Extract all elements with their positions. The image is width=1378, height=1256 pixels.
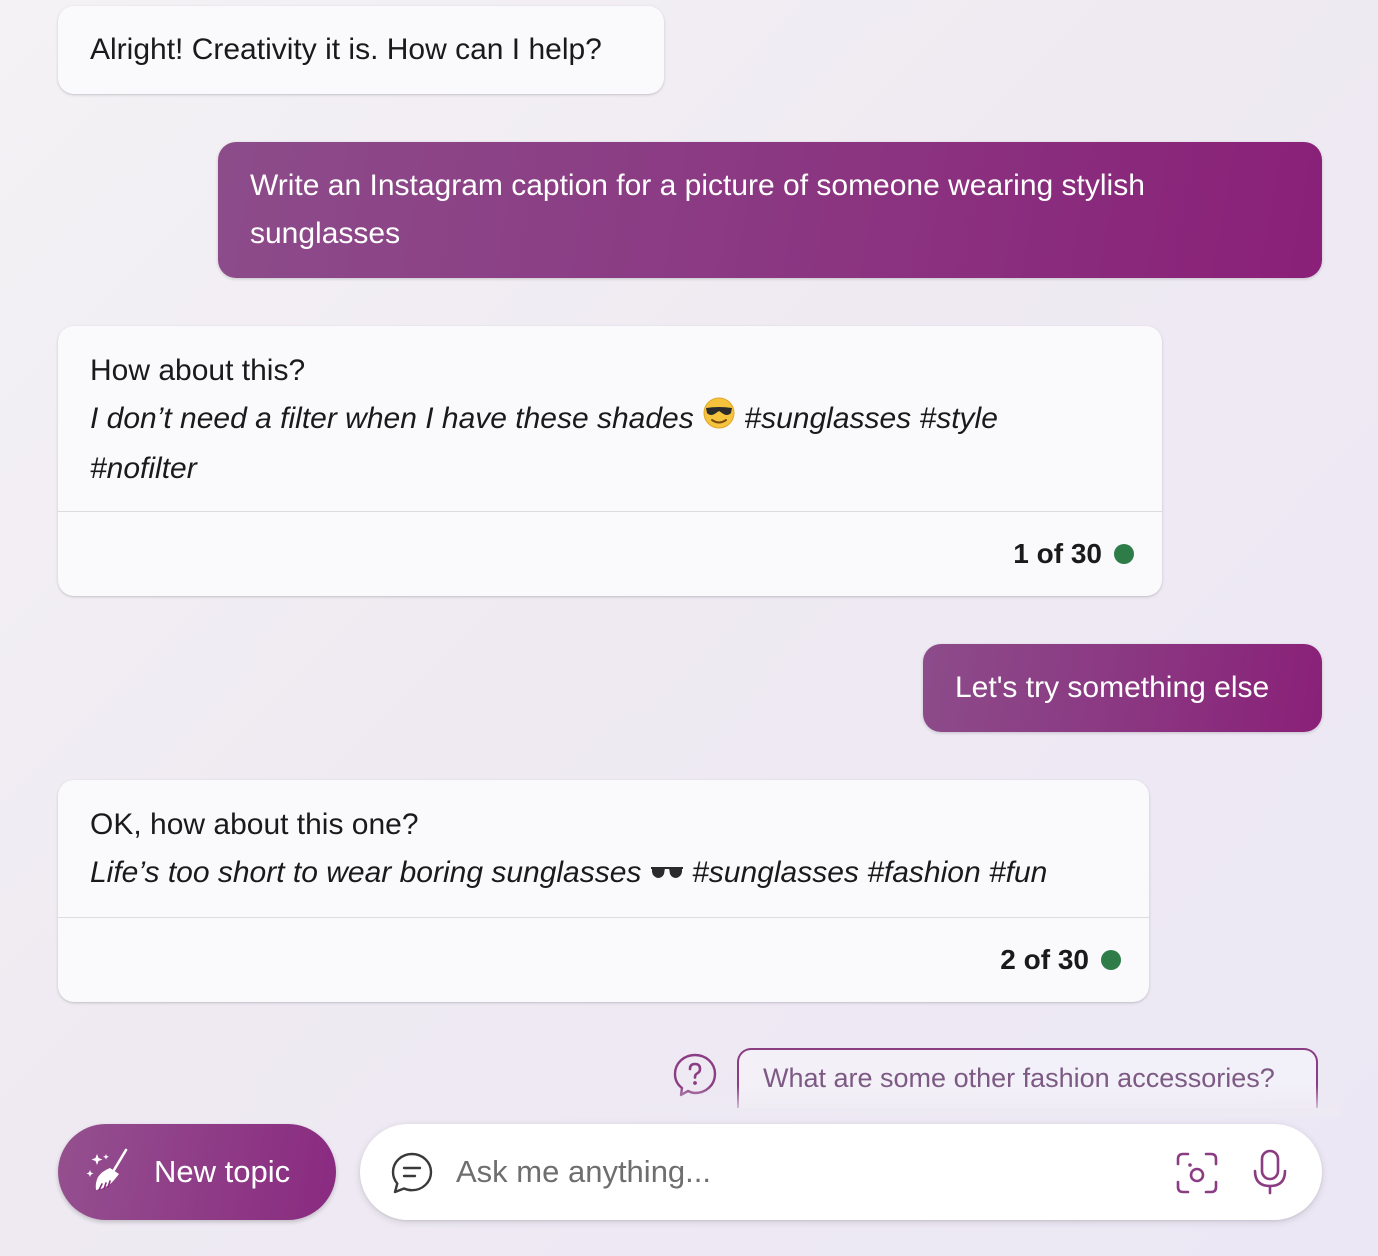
suggestion-fade (640, 1086, 1340, 1116)
bot-response-body: How about this? I don’t need a filter wh… (58, 326, 1162, 511)
bot-response-card: OK, how about this one? Life’s too short… (58, 780, 1149, 1002)
bot-response-body: OK, how about this one? Life’s too short… (58, 780, 1149, 917)
chat-input-bar (360, 1124, 1322, 1220)
chat-bubble-icon (390, 1151, 434, 1195)
user-message: Let's try something else (923, 644, 1322, 732)
response-counter: 1 of 30 (1013, 538, 1102, 569)
caption-text: I don’t need a filter when I have these … (90, 395, 1090, 493)
bot-message: Alright! Creativity it is. How can I hel… (58, 6, 664, 94)
caption-part-1: Life’s too short to wear boring sunglass… (90, 856, 650, 889)
microphone-icon[interactable] (1248, 1148, 1292, 1196)
response-footer: 1 of 30 (58, 511, 1162, 596)
status-dot-icon (1114, 544, 1134, 564)
caption-part-2: #sunglasses #fashion #fun (683, 856, 1048, 889)
user-message-text: Write an Instagram caption for a picture… (250, 169, 1145, 250)
status-dot-icon (1101, 950, 1121, 970)
new-topic-button[interactable]: New topic (58, 1124, 336, 1220)
bot-message-text: Alright! Creativity it is. How can I hel… (90, 33, 602, 66)
dark-sunglasses-icon (650, 850, 684, 898)
smiling-face-with-sunglasses-icon (702, 396, 736, 445)
visual-search-icon[interactable] (1174, 1150, 1220, 1196)
user-message-text: Let's try something else (955, 671, 1270, 704)
broom-sparkle-icon (84, 1146, 136, 1198)
bot-response-card: How about this? I don’t need a filter wh… (58, 326, 1162, 596)
response-footer: 2 of 30 (58, 917, 1149, 1002)
user-message: Write an Instagram caption for a picture… (218, 142, 1322, 278)
ask-input[interactable] (456, 1146, 1136, 1198)
response-intro: How about this? (90, 354, 306, 387)
caption-part-1: I don’t need a filter when I have these … (90, 402, 703, 435)
caption-text: Life’s too short to wear boring sunglass… (90, 849, 1117, 898)
response-intro: OK, how about this one? (90, 808, 419, 841)
response-counter: 2 of 30 (1000, 944, 1089, 975)
new-topic-label: New topic (154, 1154, 291, 1189)
